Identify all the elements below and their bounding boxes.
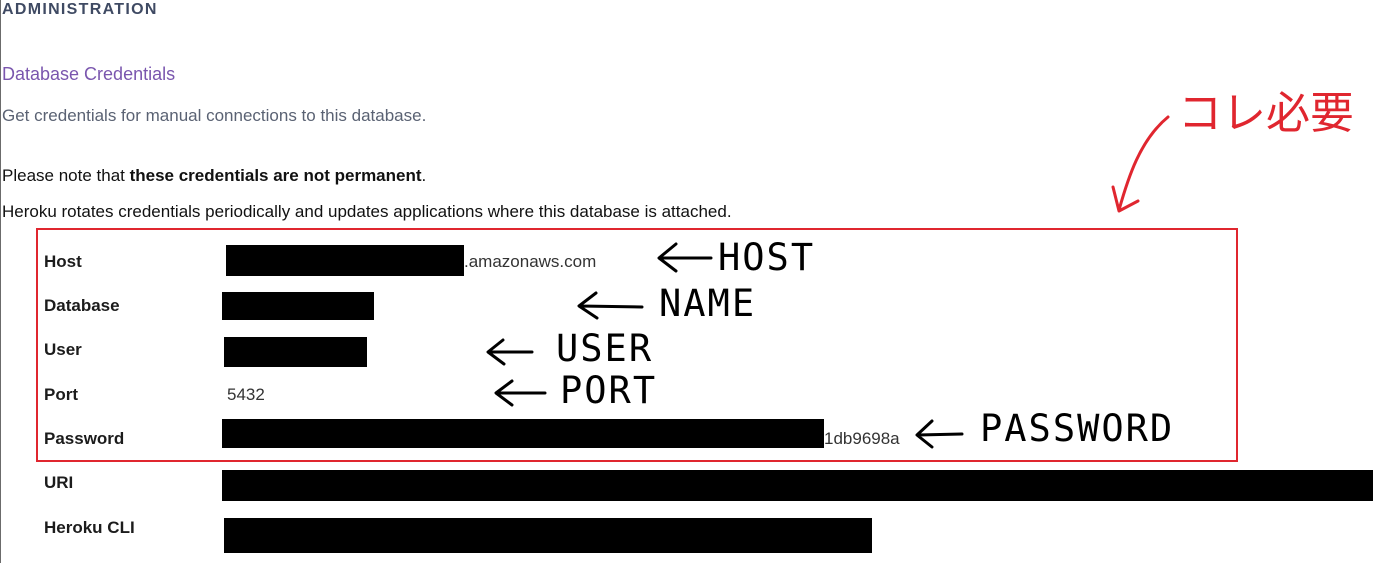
annotation-name: NAME: [659, 282, 757, 325]
host-arrow: [657, 242, 713, 273]
required-arrow: [1111, 115, 1170, 213]
annotation-port: PORT: [560, 369, 658, 412]
annotation-user: USER: [556, 327, 654, 370]
password-arrow: [915, 419, 964, 449]
annotation-required: コレ必要: [1178, 88, 1354, 139]
name-arrow: [577, 291, 644, 320]
annotation-host: HOST: [718, 236, 816, 279]
annotation-password: PASSWORD: [980, 407, 1175, 450]
port-arrow: [494, 379, 547, 407]
user-arrow: [486, 338, 534, 366]
